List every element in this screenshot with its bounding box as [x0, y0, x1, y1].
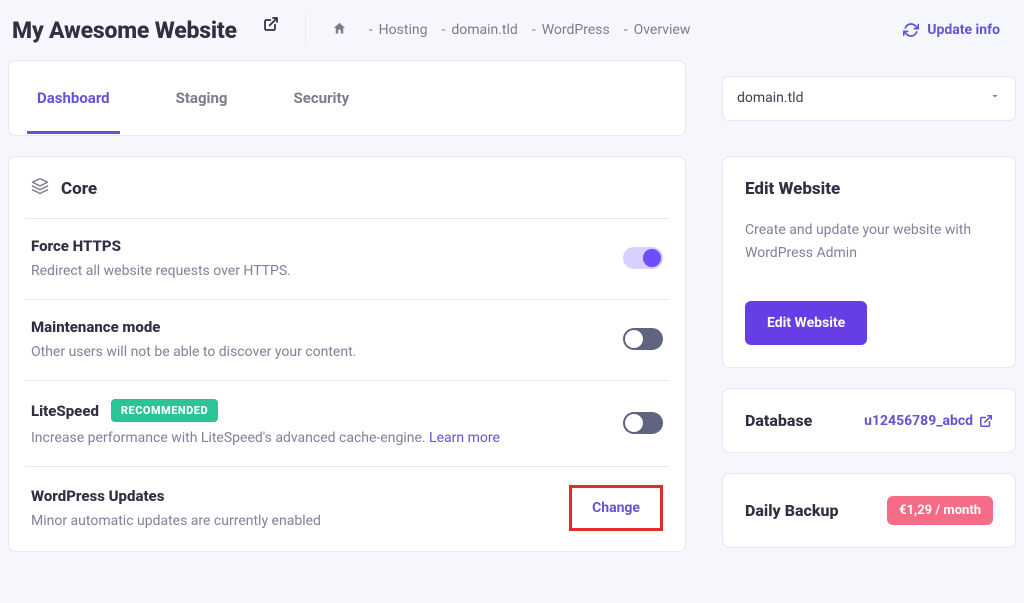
wp-updates-desc: Minor automatic updates are currently en…: [31, 513, 569, 529]
top-bar: My Awesome Website Hosting domain.tld Wo…: [0, 0, 1024, 60]
litespeed-desc: Increase performance with LiteSpeed's ad…: [31, 430, 623, 446]
force-https-title: Force HTTPS: [31, 237, 623, 255]
row-wp-updates: WordPress Updates Minor automatic update…: [25, 466, 669, 551]
tab-security[interactable]: Security: [283, 63, 359, 134]
row-force-https: Force HTTPS Redirect all website request…: [25, 218, 669, 299]
core-panel-header: Core: [25, 157, 669, 218]
update-info-label: Update info: [927, 22, 1000, 38]
edit-website-panel: Edit Website Create and update your webs…: [722, 156, 1016, 368]
edit-website-desc: Create and update your website with Word…: [745, 219, 993, 265]
breadcrumb-item[interactable]: Overview: [618, 22, 691, 38]
row-maintenance: Maintenance mode Other users will not be…: [25, 299, 669, 380]
database-value-link[interactable]: u12456789_abcd: [864, 413, 993, 429]
refresh-icon: [903, 22, 919, 38]
breadcrumb-item[interactable]: Hosting: [363, 22, 428, 38]
tab-staging[interactable]: Staging: [166, 63, 238, 134]
database-panel: Database u12456789_abcd: [722, 388, 1016, 453]
external-link-icon[interactable]: [263, 16, 279, 36]
domain-select[interactable]: domain.tld: [722, 76, 1016, 121]
database-label: Database: [745, 411, 812, 430]
home-icon[interactable]: [332, 21, 347, 40]
breadcrumb-item[interactable]: WordPress: [526, 22, 610, 38]
core-panel: Core Force HTTPS Redirect all website re…: [8, 156, 686, 552]
backup-panel: Daily Backup €1,29 / month: [722, 473, 1016, 548]
force-https-toggle[interactable]: [623, 247, 663, 269]
force-https-desc: Redirect all website requests over HTTPS…: [31, 263, 623, 279]
external-link-icon: [979, 414, 993, 428]
change-button[interactable]: Change: [569, 485, 663, 531]
tabs-card: Dashboard Staging Security: [8, 60, 686, 136]
litespeed-title: LiteSpeed: [31, 402, 99, 420]
breadcrumb-item[interactable]: domain.tld: [435, 22, 517, 38]
breadcrumb: Hosting domain.tld WordPress Overview: [332, 21, 691, 40]
update-info-button[interactable]: Update info: [903, 22, 1010, 38]
edit-website-title: Edit Website: [745, 179, 993, 199]
backup-price-chip[interactable]: €1,29 / month: [887, 496, 993, 525]
backup-label: Daily Backup: [745, 501, 839, 520]
layers-icon: [31, 177, 49, 200]
edit-website-button[interactable]: Edit Website: [745, 301, 867, 345]
core-title: Core: [61, 179, 97, 199]
site-title: My Awesome Website: [12, 17, 237, 44]
maintenance-title: Maintenance mode: [31, 318, 623, 336]
divider: [305, 14, 306, 46]
wp-updates-title: WordPress Updates: [31, 487, 569, 505]
domain-select-value: domain.tld: [737, 90, 803, 106]
maintenance-desc: Other users will not be able to discover…: [31, 344, 623, 360]
litespeed-toggle[interactable]: [623, 412, 663, 434]
learn-more-link[interactable]: Learn more: [429, 430, 500, 446]
tab-dashboard[interactable]: Dashboard: [27, 63, 120, 134]
row-litespeed: LiteSpeed RECOMMENDED Increase performan…: [25, 380, 669, 466]
chevron-down-icon: [989, 90, 1001, 106]
recommended-badge: RECOMMENDED: [111, 399, 218, 422]
maintenance-toggle[interactable]: [623, 328, 663, 350]
